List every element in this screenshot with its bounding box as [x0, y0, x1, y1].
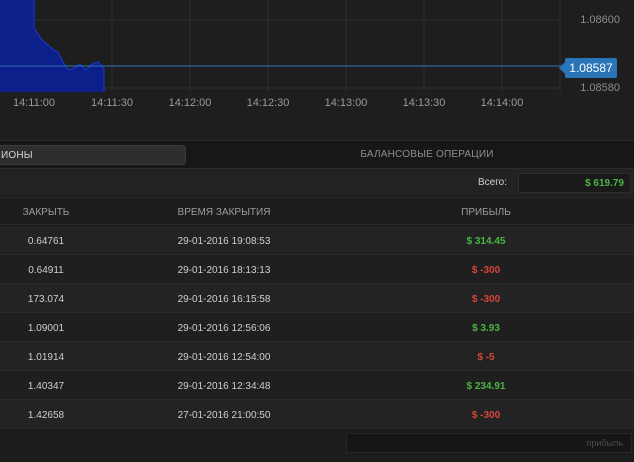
table-row[interactable]: 1.42658 27-01-2016 21:00:50 $ -300 — [0, 400, 634, 429]
table-row[interactable]: 1.40347 29-01-2016 12:34:48 $ 234.91 — [0, 371, 634, 400]
time-axis-label: 14:13:30 — [402, 97, 446, 109]
time-axis-label: 14:12:00 — [168, 97, 212, 109]
table-header: ЗАКРЫТЬ ВРЕМЯ ЗАКРЫТИЯ ПРИБЫЛЬ — [0, 197, 634, 225]
profit-cell: $ 234.91 — [466, 381, 506, 392]
close-price-cell: 1.09001 — [27, 323, 65, 334]
time-axis-label: 14:12:30 — [246, 97, 290, 109]
table-row[interactable]: 0.64761 29-01-2016 19:08:53 $ 314.45 — [0, 226, 634, 255]
profit-cell: $ -5 — [477, 352, 495, 363]
profit-cell: $ -300 — [471, 294, 501, 305]
close-price-cell: 0.64911 — [28, 265, 64, 276]
table-row[interactable]: 173.074 29-01-2016 16:15:58 $ -300 — [0, 284, 634, 313]
price-chart[interactable]: 1.08600 1.08580 1.08587 14:11:00 14:11:3… — [0, 0, 634, 140]
total-value: $ 619.79 — [585, 178, 624, 189]
price-area — [0, 0, 104, 92]
profit-cell: $ 3.93 — [472, 323, 500, 334]
column-header-close[interactable]: ЗАКРЫТЬ — [23, 207, 70, 218]
total-value-box: $ 619.79 — [518, 173, 631, 193]
close-price-cell: 0.64761 — [27, 236, 65, 247]
close-price-cell: 173.074 — [27, 294, 65, 305]
trade-history-table: 0.64761 29-01-2016 19:08:53 $ 314.45 0.6… — [0, 226, 634, 429]
column-header-close-time[interactable]: ВРЕМЯ ЗАКРЫТИЯ — [178, 207, 271, 218]
time-axis-label: 14:11:00 — [12, 97, 56, 109]
close-time-cell: 29-01-2016 12:54:00 — [177, 352, 271, 363]
table-row[interactable]: 1.09001 29-01-2016 12:56:06 $ 3.93 — [0, 313, 634, 342]
price-chart-canvas — [0, 0, 562, 92]
close-time-cell: 29-01-2016 12:56:06 — [177, 323, 271, 334]
table-row[interactable]: 0.64911 29-01-2016 18:13:13 $ -300 — [0, 255, 634, 284]
close-time-cell: 29-01-2016 12:34:48 — [177, 381, 271, 392]
close-time-cell: 27-01-2016 21:00:50 — [177, 410, 271, 421]
history-tabs: ИОНЫ БАЛАНСОВЫЕ ОПЕРАЦИИ — [0, 140, 634, 168]
close-time-cell: 29-01-2016 18:13:13 — [177, 265, 271, 276]
close-time-cell: 29-01-2016 19:08:53 — [177, 236, 271, 247]
close-price-cell: 1.01914 — [27, 352, 65, 363]
tab-positions[interactable]: ИОНЫ — [0, 145, 186, 165]
profit-cell: $ 314.45 — [466, 236, 506, 247]
table-footer: прибыль — [0, 429, 634, 462]
close-price-cell: 1.42658 — [27, 410, 65, 421]
profit-cell: $ -300 — [471, 265, 501, 276]
tab-balance-operations[interactable]: БАЛАНСОВЫЕ ОПЕРАЦИИ — [190, 145, 634, 165]
profit-filter-field[interactable]: прибыль — [346, 433, 632, 453]
current-price-badge: 1.08587 — [559, 58, 617, 78]
total-label: Всего: — [478, 177, 507, 188]
total-summary: Всего: $ 619.79 — [0, 168, 634, 196]
close-time-cell: 29-01-2016 16:15:58 — [177, 294, 271, 305]
close-price-cell: 1.40347 — [27, 381, 65, 392]
price-axis-label: 1.08600 — [580, 14, 620, 26]
profit-cell: $ -300 — [471, 410, 501, 421]
table-row[interactable]: 1.01914 29-01-2016 12:54:00 $ -5 — [0, 342, 634, 371]
time-axis-label: 14:13:00 — [324, 97, 368, 109]
time-axis-label: 14:14:00 — [480, 97, 524, 109]
column-header-profit[interactable]: ПРИБЫЛЬ — [461, 207, 511, 218]
time-axis-label: 14:11:30 — [90, 97, 134, 109]
price-axis-label: 1.08580 — [580, 82, 620, 94]
